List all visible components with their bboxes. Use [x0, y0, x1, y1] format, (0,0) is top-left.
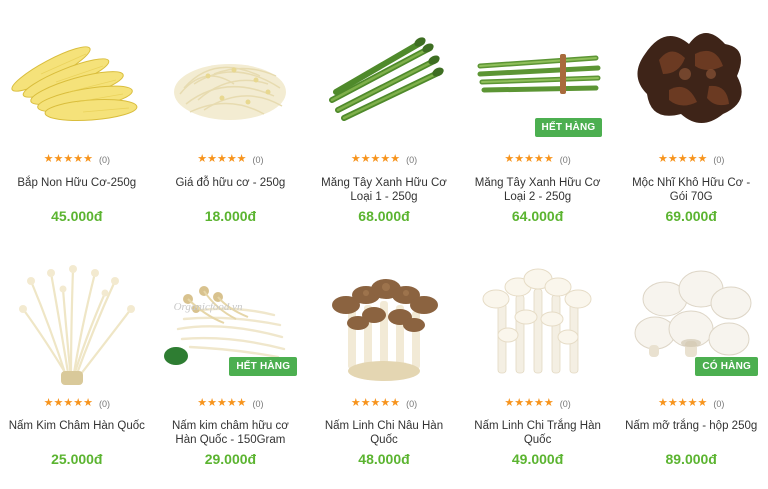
review-count: (0): [713, 398, 725, 409]
out-of-stock-badge: HẾT HÀNG: [534, 118, 603, 137]
product-name[interactable]: Bắp Non Hữu Cơ-250g: [8, 176, 146, 190]
product-card[interactable]: ★★★★★ (0) Nấm Linh Chi Trắng Hàn Quốc 49…: [461, 245, 615, 489]
product-card[interactable]: HẾT HÀNG ★★★★★ (0) Măng Tây Xanh Hữu Cơ …: [461, 0, 615, 245]
watermark: Organicfood.vn: [173, 301, 243, 313]
rating: ★★★★★ (0): [307, 154, 461, 165]
product-name[interactable]: Nấm mỡ trắng - hộp 250g: [622, 419, 760, 433]
star-icon: ★★★★★: [43, 153, 93, 165]
review-count: (0): [406, 154, 418, 165]
product-name[interactable]: Nấm kim châm hữu cơ Hàn Quốc - 150Gram: [162, 419, 300, 447]
star-icon: ★★★★★: [43, 397, 93, 409]
star-icon: ★★★★★: [658, 397, 708, 409]
product-price: 49.000đ: [511, 451, 564, 467]
product-name[interactable]: Mộc Nhĩ Khô Hữu Cơ - Gói 70G: [622, 176, 760, 204]
product-card[interactable]: ★★★★★ (0) Bắp Non Hữu Cơ-250g 45.000đ: [0, 0, 154, 245]
product-card[interactable]: ★★★★★ (0) Giá đỗ hữu cơ - 250g 18.000đ: [154, 0, 308, 245]
product-price: 68.000đ: [358, 208, 410, 224]
product-card[interactable]: ★★★★★ (0) Măng Tây Xanh Hữu Cơ Loại 1 - …: [307, 0, 461, 245]
review-count: (0): [98, 154, 110, 165]
rating: ★★★★★ (0): [307, 398, 461, 409]
rating: ★★★★★ (0): [0, 398, 154, 409]
baby-corn-icon[interactable]: [11, 14, 143, 138]
review-count: (0): [559, 154, 571, 165]
product-price: 18.000đ: [204, 208, 257, 224]
rating: ★★★★★ (0): [614, 398, 768, 409]
product-card[interactable]: ★★★★★ (0) Nấm Kim Châm Hàn Quốc 25.000đ: [0, 245, 154, 489]
brown-beech-mushroom-icon[interactable]: [318, 259, 450, 389]
product-price: 89.000đ: [665, 451, 717, 467]
rating: ★★★★★ (0): [461, 154, 615, 165]
product-card[interactable]: ★★★★★ (0) Nấm Linh Chi Nâu Hàn Quốc 48.0…: [307, 245, 461, 489]
product-name[interactable]: Nấm Linh Chi Trắng Hàn Quốc: [469, 419, 607, 447]
product-card[interactable]: Organicfood.vn HẾT HÀNG ★★★★★ (0) Nấm ki…: [154, 245, 308, 489]
product-name[interactable]: Măng Tây Xanh Hữu Cơ Loại 1 - 250g: [315, 176, 453, 204]
star-icon: ★★★★★: [350, 397, 401, 409]
review-count: (0): [98, 398, 110, 409]
out-of-stock-badge: HẾT HÀNG: [229, 357, 298, 376]
asparagus-icon[interactable]: [318, 14, 450, 138]
in-stock-badge: CÓ HÀNG: [695, 357, 758, 376]
organic-logo-icon: [163, 347, 188, 365]
product-price: 48.000đ: [358, 451, 410, 467]
star-icon: ★★★★★: [197, 153, 247, 165]
product-card[interactable]: ★★★★★ (0) Mộc Nhĩ Khô Hữu Cơ - Gói 70G 6…: [614, 0, 768, 245]
review-count: (0): [559, 398, 571, 409]
product-name[interactable]: Nấm Linh Chi Nâu Hàn Quốc: [315, 419, 453, 447]
enoki-mushroom-icon[interactable]: [11, 259, 143, 389]
product-name[interactable]: Nấm Kim Châm Hàn Quốc: [8, 419, 146, 433]
product-price: 25.000đ: [51, 451, 103, 467]
product-price: 29.000đ: [204, 451, 257, 467]
rating: ★★★★★ (0): [154, 398, 308, 409]
review-count: (0): [713, 154, 725, 165]
review-count: (0): [252, 398, 264, 409]
rating: ★★★★★ (0): [614, 154, 768, 165]
product-name[interactable]: Giá đỗ hữu cơ - 250g: [162, 176, 300, 190]
review-count: (0): [252, 154, 264, 165]
product-price: 45.000đ: [51, 208, 103, 224]
rating: ★★★★★ (0): [0, 154, 154, 165]
rating: ★★★★★ (0): [461, 398, 615, 409]
star-icon: ★★★★★: [350, 153, 401, 165]
product-name[interactable]: Măng Tây Xanh Hữu Cơ Loại 2 - 250g: [469, 176, 607, 204]
star-icon: ★★★★★: [197, 397, 247, 409]
product-grid: ★★★★★ (0) Bắp Non Hữu Cơ-250g 45.000đ ★★…: [0, 0, 768, 489]
rating: ★★★★★ (0): [154, 154, 308, 165]
product-price: 69.000đ: [665, 208, 717, 224]
product-price: 64.000đ: [511, 208, 564, 224]
white-beech-mushroom-icon[interactable]: [472, 259, 604, 389]
dried-wood-ear-icon[interactable]: [625, 14, 757, 138]
star-icon: ★★★★★: [504, 397, 554, 409]
star-icon: ★★★★★: [504, 153, 554, 165]
product-card[interactable]: CÓ HÀNG ★★★★★ (0) Nấm mỡ trắng - hộp 250…: [614, 245, 768, 489]
bean-sprouts-icon[interactable]: [164, 14, 296, 138]
review-count: (0): [406, 398, 418, 409]
star-icon: ★★★★★: [658, 153, 708, 165]
